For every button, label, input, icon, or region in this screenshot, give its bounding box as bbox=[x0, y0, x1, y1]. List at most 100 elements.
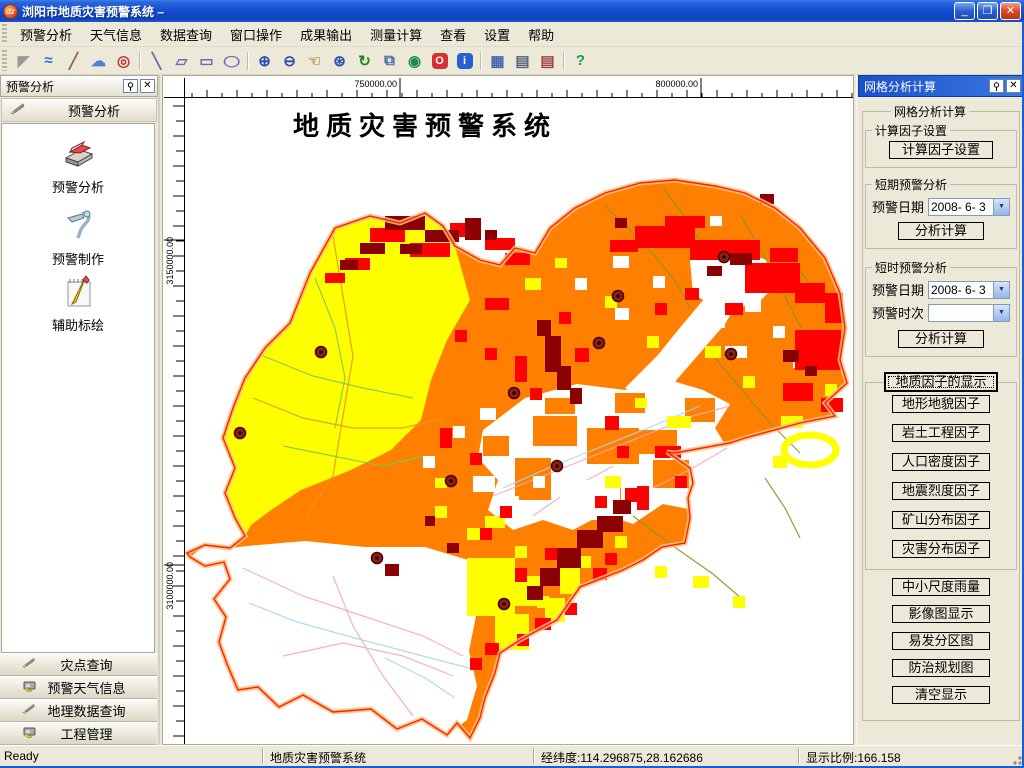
pan-icon[interactable]: ☜ bbox=[303, 50, 326, 72]
refresh-icon[interactable]: ↻ bbox=[353, 50, 376, 72]
vertical-ruler: 3150000.00 3100000.00 bbox=[164, 98, 185, 744]
warning-date-value: 2008- 6- 3 bbox=[931, 199, 986, 214]
print-icon[interactable]: ▤ bbox=[511, 50, 534, 72]
status-scale: 显示比例:166.158 bbox=[806, 751, 901, 765]
short-term-group: 短期预警分析 预警日期 2008- 6- 3 ▼ 分析计算 bbox=[865, 176, 1017, 249]
toolbar-separator bbox=[247, 51, 249, 70]
close-panel-icon[interactable]: ✕ bbox=[1006, 79, 1021, 93]
shortcut-geographic-data-query[interactable]: 地理数据查询 bbox=[0, 699, 157, 722]
warning-date-label: 预警日期 bbox=[872, 283, 925, 298]
resize-grip[interactable] bbox=[1009, 752, 1022, 765]
display-button-0[interactable]: 中小尺度雨量 bbox=[892, 578, 990, 596]
image-view-icon[interactable]: ▦ bbox=[486, 50, 509, 72]
nav-item-label: 辅助标绘 bbox=[51, 318, 104, 333]
right-panel-title: 网格分析计算 bbox=[864, 79, 937, 94]
close-panel-icon[interactable]: ✕ bbox=[140, 79, 155, 93]
short-term-analyze-button[interactable]: 分析计算 bbox=[898, 222, 984, 240]
factor-buttons-group: 地形地貌因子 岩土工程因子 人口密度因子 地震烈度因子 矿山分布因子 灾害分布因子 bbox=[865, 382, 1017, 570]
shortcut-project-management[interactable]: 工程管理 bbox=[0, 722, 157, 745]
status-ready: Ready bbox=[4, 749, 39, 763]
menu-item-0[interactable]: 预警分析 bbox=[11, 22, 81, 47]
flood-tool-icon[interactable]: ≈ bbox=[37, 50, 60, 72]
restore-button[interactable]: ❐ bbox=[977, 2, 998, 20]
cloud-icon[interactable]: ☁ bbox=[87, 50, 110, 72]
display-button-3[interactable]: 防治规划图 bbox=[892, 659, 990, 677]
chevron-down-icon[interactable]: ▼ bbox=[993, 281, 1009, 298]
calc-factor-settings-button[interactable]: 计算因子设置 bbox=[889, 141, 993, 159]
station-marker bbox=[314, 345, 328, 359]
menu-item-6[interactable]: 查看 bbox=[431, 22, 475, 47]
menu-item-2[interactable]: 数据查询 bbox=[151, 22, 221, 47]
menu-item-1[interactable]: 天气信息 bbox=[81, 22, 151, 47]
pin-icon[interactable] bbox=[123, 79, 138, 93]
menu-item-4[interactable]: 成果输出 bbox=[291, 22, 361, 47]
print-output-icon[interactable]: ▤ bbox=[536, 50, 559, 72]
pin-icon[interactable] bbox=[989, 79, 1004, 93]
line-tool-icon[interactable]: ╲ bbox=[145, 50, 168, 72]
menubar-grip[interactable] bbox=[2, 24, 7, 44]
window-titlebar[interactable]: dz 浏阳市地质灾害预警系统 – _ ❐ ✕ bbox=[0, 0, 1024, 22]
station-marker bbox=[444, 474, 458, 488]
left-panel-header[interactable]: 预警分析 bbox=[1, 98, 157, 122]
menu-item-7[interactable]: 设置 bbox=[475, 22, 519, 47]
menu-item-3[interactable]: 窗口操作 bbox=[221, 22, 291, 47]
map-canvas[interactable]: 地质灾害预警系统 bbox=[183, 98, 853, 744]
factor-button-3[interactable]: 地震烈度因子 bbox=[892, 482, 990, 500]
horizontal-ruler: 750000.00 800000.00 bbox=[185, 78, 853, 98]
menu-item-5[interactable]: 测量计算 bbox=[361, 22, 431, 47]
warning-date-value2: 2008- 6- 3 bbox=[931, 282, 986, 297]
polygon-tool-icon[interactable]: ▱ bbox=[170, 50, 193, 72]
short-time-analyze-button[interactable]: 分析计算 bbox=[898, 330, 984, 348]
warning-time-label: 预警时次 bbox=[872, 306, 925, 321]
help-icon[interactable]: ? bbox=[569, 50, 592, 72]
station-marker bbox=[592, 336, 606, 350]
zoom-out-icon[interactable]: ⊖ bbox=[278, 50, 301, 72]
shortcut-disaster-point-query[interactable]: 灾点查询 bbox=[0, 653, 157, 676]
nav-item-auxiliary-plotting[interactable]: 辅助标绘 bbox=[2, 274, 154, 334]
shortcut-label: 工程管理 bbox=[60, 727, 113, 742]
stop-icon[interactable]: O bbox=[428, 50, 451, 72]
zoom-in-icon[interactable]: ⊕ bbox=[253, 50, 276, 72]
target-icon[interactable]: ◎ bbox=[112, 50, 135, 72]
nav-item-warning-analysis[interactable]: 预警分析 bbox=[2, 138, 154, 196]
factor-button-4[interactable]: 矿山分布因子 bbox=[892, 511, 990, 529]
factor-button-5[interactable]: 灾害分布因子 bbox=[892, 540, 990, 558]
chevron-down-icon[interactable]: ▼ bbox=[993, 304, 1009, 321]
satellite-dish-icon[interactable]: ◤ bbox=[12, 50, 35, 72]
display-button-2[interactable]: 易发分区图 bbox=[892, 632, 990, 650]
rect-tool-icon[interactable]: ▭ bbox=[195, 50, 218, 72]
info-icon[interactable]: i bbox=[453, 50, 476, 72]
app-icon: dz bbox=[3, 3, 18, 19]
globe-icon[interactable]: ◉ bbox=[403, 50, 426, 72]
left-dock-panel: 预警分析 ✕ 预警分析 预警分析 预警制作 辅助标绘 灾点查询 预警天气信息 地… bbox=[0, 75, 160, 745]
ellipse-tool-icon[interactable]: ◯ bbox=[220, 53, 243, 69]
warning-time-combo[interactable]: ▼ bbox=[928, 303, 1010, 322]
geological-factor-display-button[interactable]: 地质因子的显示 bbox=[885, 373, 997, 391]
display-button-1[interactable]: 影像图显示 bbox=[892, 605, 990, 623]
status-coords: 经纬度:114.296875,28.162686 bbox=[541, 751, 703, 765]
toolbar-separator bbox=[480, 51, 482, 70]
warning-date-combo2[interactable]: 2008- 6- 3 ▼ bbox=[928, 280, 1010, 299]
left-panel-list: 预警分析 预警制作 辅助标绘 bbox=[1, 123, 155, 653]
nav-item-label: 预警分析 bbox=[51, 180, 104, 195]
warning-date-combo[interactable]: 2008- 6- 3 ▼ bbox=[928, 197, 1010, 216]
map-title: 地质灾害预警系统 bbox=[292, 112, 557, 142]
shortcut-warning-weather-info[interactable]: 预警天气信息 bbox=[0, 676, 157, 699]
menu-item-8[interactable]: 帮助 bbox=[519, 22, 563, 47]
display-button-4[interactable]: 清空显示 bbox=[892, 686, 990, 704]
factor-button-0[interactable]: 地形地貌因子 bbox=[892, 395, 990, 413]
close-button[interactable]: ✕ bbox=[1000, 2, 1021, 20]
station-marker bbox=[370, 551, 384, 565]
toolbar-grip[interactable] bbox=[2, 49, 7, 72]
copy-icon[interactable]: ⧉ bbox=[378, 50, 401, 72]
hammer-icon[interactable]: ╱ bbox=[62, 50, 85, 72]
station-marker bbox=[724, 347, 738, 361]
book-icon bbox=[2, 138, 154, 173]
factor-button-1[interactable]: 岩土工程因子 bbox=[892, 424, 990, 442]
machine-icon bbox=[22, 726, 38, 742]
chevron-down-icon[interactable]: ▼ bbox=[993, 198, 1009, 215]
zoom-extent-icon[interactable]: ⊛ bbox=[328, 50, 351, 72]
factor-button-2[interactable]: 人口密度因子 bbox=[892, 453, 990, 471]
minimize-button[interactable]: _ bbox=[954, 2, 975, 20]
nav-item-warning-production[interactable]: 预警制作 bbox=[2, 206, 154, 268]
